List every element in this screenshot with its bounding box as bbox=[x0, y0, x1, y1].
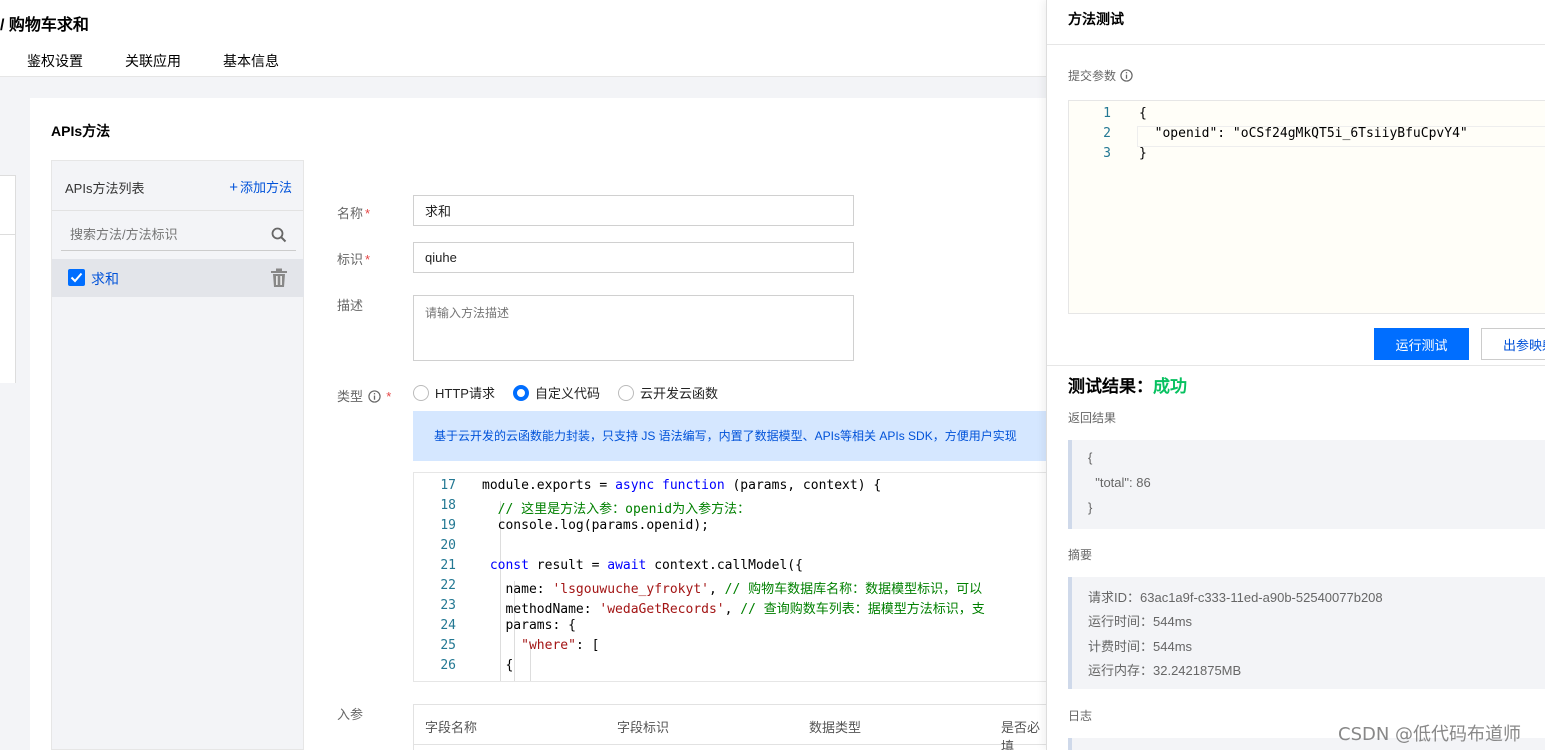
radio-custom-code[interactable]: 自定义代码 bbox=[512, 383, 600, 402]
identifier-field[interactable] bbox=[413, 242, 854, 273]
line-number: 19 bbox=[440, 518, 456, 533]
method-list-panel: APIs方法列表 +添加方法 求和 bbox=[51, 160, 304, 750]
line-number: 1 bbox=[1103, 106, 1111, 121]
type-radio-group: HTTP请求 自定义代码 云开发云函数 bbox=[413, 383, 736, 402]
result-line: "total": 86 bbox=[1088, 475, 1151, 490]
search-icon[interactable] bbox=[271, 227, 287, 243]
line-number: 2 bbox=[1103, 126, 1111, 141]
trash-icon[interactable] bbox=[270, 268, 288, 288]
help-icon[interactable] bbox=[367, 390, 381, 403]
line-number: 20 bbox=[440, 538, 456, 553]
method-list-title: APIs方法列表 bbox=[65, 181, 145, 196]
json-line: { bbox=[1139, 106, 1147, 121]
radio-http-request[interactable]: HTTP请求 bbox=[413, 383, 495, 402]
line-number: 3 bbox=[1103, 146, 1111, 161]
description-label: 描述 bbox=[337, 298, 364, 313]
result-status: 成功 bbox=[1153, 377, 1187, 396]
code-line: params: { bbox=[482, 618, 576, 633]
summary-label: 摘要 bbox=[1068, 548, 1093, 562]
check-icon bbox=[70, 272, 83, 283]
card-title: APIs方法 bbox=[51, 123, 111, 139]
header-tabs: 鉴权设置 关联应用 基本信息 bbox=[27, 51, 321, 71]
side-panel-edge bbox=[0, 235, 16, 383]
result-line: } bbox=[1088, 500, 1093, 515]
help-icon[interactable] bbox=[1120, 69, 1134, 82]
line-number: 26 bbox=[440, 658, 456, 673]
method-test-panel: 方法测试 提交参数 1 { 2 "openid": "oCSf24gMkQT5i_… bbox=[1046, 0, 1545, 750]
tab-auth-settings[interactable]: 鉴权设置 bbox=[27, 51, 83, 71]
summary-request-id: 请求ID：63ac1a9f-c333-11ed-a90b-52540077b20… bbox=[1088, 590, 1383, 605]
column-required: 是否必填 bbox=[1001, 720, 1041, 750]
radio-indicator bbox=[413, 384, 429, 401]
identifier-label: 标识 * bbox=[337, 252, 371, 267]
radio-indicator bbox=[617, 384, 634, 401]
params-table-header: 字段名称 字段标识 数据类型 是否必填 bbox=[414, 705, 1047, 750]
log-label: 日志 bbox=[1068, 709, 1093, 723]
column-field-name: 字段名称 bbox=[425, 720, 478, 735]
page-title: / 购物车求和 bbox=[0, 17, 89, 34]
name-field[interactable] bbox=[413, 195, 854, 226]
add-method-button[interactable]: + 添加方法 bbox=[229, 177, 292, 196]
tab-linked-apps[interactable]: 关联应用 bbox=[125, 51, 181, 71]
radio-indicator-selected bbox=[512, 384, 529, 401]
method-item-label: 求和 bbox=[91, 271, 119, 287]
run-test-button[interactable]: 运行测试 bbox=[1374, 328, 1469, 360]
result-line: { bbox=[1088, 450, 1093, 465]
add-method-label: 添加方法 bbox=[239, 180, 292, 195]
line-number: 24 bbox=[440, 618, 456, 633]
json-line: "openid": "oCSf24gMkQT5i_6TsiiyBfuCpvY4" bbox=[1139, 126, 1468, 141]
summary-run-time: 运行时间：544ms bbox=[1088, 614, 1193, 629]
params-table: 字段名称 字段标识 数据类型 是否必填 bbox=[413, 704, 1048, 750]
test-panel-title: 方法测试 bbox=[1068, 11, 1124, 27]
summary-block: 请求ID：63ac1a9f-c333-11ed-a90b-52540077b20… bbox=[1068, 577, 1545, 689]
line-number: 18 bbox=[440, 498, 456, 513]
code-line: "where": [ bbox=[521, 638, 600, 653]
code-line: const result = await context.callModel({ bbox=[489, 558, 803, 573]
code-line: console.log(params.openid); bbox=[482, 518, 709, 533]
type-label: 类型 * bbox=[337, 389, 392, 404]
collapsed-side-panel[interactable] bbox=[0, 175, 16, 235]
code-editor[interactable]: 17 module.exports = async function (param… bbox=[413, 472, 1048, 682]
method-list-header: APIs方法列表 + 添加方法 bbox=[52, 161, 303, 211]
watermark: CSDN @低代码布道师 bbox=[1338, 724, 1522, 745]
code-line: methodName: 'wedaGetRecords', // 查询购数车列表… bbox=[482, 602, 985, 617]
line-number: 23 bbox=[440, 598, 456, 613]
code-line: module.exports = async function (params,… bbox=[482, 478, 882, 493]
return-result-label: 返回结果 bbox=[1068, 411, 1117, 425]
params-json-editor[interactable]: 1 { 2 "openid": "oCSf24gMkQT5i_6TsiiyBfuC… bbox=[1068, 100, 1545, 314]
line-number: 25 bbox=[440, 638, 456, 653]
column-data-type: 数据类型 bbox=[809, 720, 862, 735]
summary-billing-time: 计费时间：544ms bbox=[1088, 639, 1193, 654]
radio-cloud-function[interactable]: 云开发云函数 bbox=[617, 383, 718, 402]
method-list-item[interactable]: 求和 bbox=[52, 259, 304, 297]
output-mapping-button[interactable]: 出参映射 bbox=[1481, 328, 1545, 360]
test-result-title: 测试结果：成功 bbox=[1068, 377, 1187, 396]
code-line: { bbox=[482, 658, 514, 673]
description-field[interactable] bbox=[413, 295, 854, 361]
tab-basic-info[interactable]: 基本信息 bbox=[223, 51, 279, 71]
line-number: 17 bbox=[440, 478, 456, 493]
plus-icon: + bbox=[229, 179, 238, 196]
code-line: name: 'lsgouwuche_yfrokyt', // 购物车数据库名称：… bbox=[482, 582, 983, 597]
summary-memory: 运行内存：32.2421875MB bbox=[1088, 663, 1242, 678]
json-line: } bbox=[1139, 146, 1147, 161]
method-search-input[interactable] bbox=[61, 219, 261, 249]
column-field-id: 字段标识 bbox=[617, 720, 670, 735]
submit-params-label: 提交参数 bbox=[1068, 67, 1134, 84]
method-search bbox=[61, 219, 296, 251]
line-number: 21 bbox=[440, 558, 456, 573]
name-label: 名称 * bbox=[337, 206, 371, 221]
code-line: // 这里是方法入参：openid为入参方法： bbox=[482, 502, 751, 517]
params-label: 入参 bbox=[337, 707, 364, 722]
method-checkbox[interactable] bbox=[68, 269, 85, 286]
info-banner: 基于云开发的云函数能力封装，只支持 JS 语法编写，内置了数据模型、APIs等相… bbox=[413, 411, 1048, 461]
apis-method-card: APIs方法 APIs方法列表 +添加方法 求和 名称* 标识* 描述 类型 *… bbox=[30, 98, 1048, 750]
top-header: / 购物车求和 鉴权设置 关联应用 基本信息 bbox=[0, 0, 1048, 77]
return-result-block: { "total": 86 } bbox=[1068, 440, 1545, 529]
line-number: 22 bbox=[440, 578, 456, 593]
